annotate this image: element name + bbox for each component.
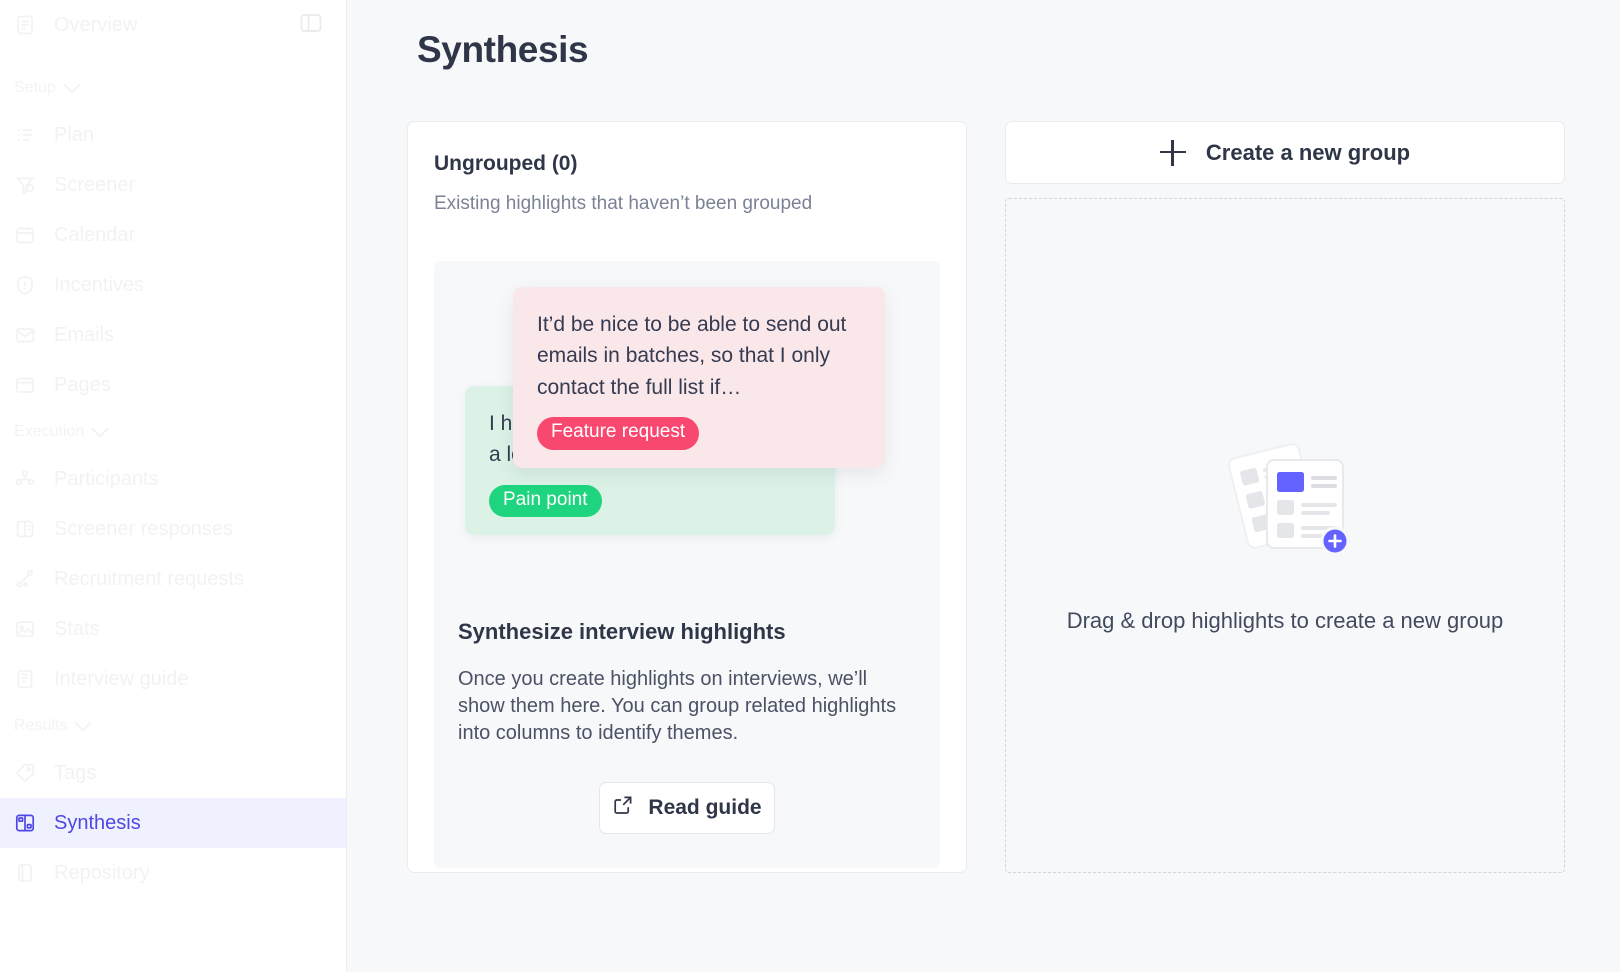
list-icon (14, 124, 36, 146)
dropzone-hint: Drag & drop highlights to create a new g… (1066, 607, 1504, 633)
page-title: Synthesis (417, 29, 589, 70)
calendar-icon (14, 224, 36, 246)
notebook-icon (14, 668, 36, 690)
clipboard-icon (14, 518, 36, 540)
sidebar-item-label: Interview guide (54, 667, 189, 690)
highlight-text: It’d be nice to be able to send out emai… (537, 313, 847, 399)
new-group-column: Create a new group Drag & drop highlight… (1005, 121, 1565, 873)
sidebar-section-results[interactable]: Results (0, 704, 346, 748)
sidebar-item-label: Participants (54, 467, 159, 490)
sidebar-item-interview-guide[interactable]: Interview guide (0, 654, 346, 704)
sidebar-item-label: Stats (54, 617, 100, 640)
sidebar-item-label: Tags (54, 761, 97, 784)
sidebar-item-label: Emails (54, 323, 115, 346)
read-guide-button[interactable]: Read guide (599, 781, 775, 834)
read-guide-label: Read guide (648, 795, 762, 819)
mail-icon (14, 324, 36, 346)
highlight-tag-pill[interactable]: Pain point (489, 484, 602, 518)
sidebar-item-label: Screener responses (54, 517, 233, 540)
highlight-card[interactable]: It’d be nice to be able to send out emai… (513, 287, 885, 468)
file-text-icon (14, 14, 36, 36)
filter-funnel-icon (14, 174, 36, 196)
sidebar-section-label: Setup (14, 79, 56, 96)
sidebar-item-calendar[interactable]: Calendar (0, 210, 346, 260)
shield-icon (14, 274, 36, 296)
sidebar-item-pages[interactable]: Pages (0, 360, 346, 410)
create-new-group-button[interactable]: Create a new group (1005, 121, 1565, 184)
sidebar-item-overview[interactable]: Overview (0, 0, 346, 50)
chevron-down-icon (74, 714, 92, 732)
sidebar-item-participants[interactable]: Participants (0, 454, 346, 504)
sidebar-item-label: Overview (54, 13, 138, 36)
image-chart-icon (14, 618, 36, 640)
stacked-cards-add-icon (1215, 438, 1355, 556)
sidebar-item-label: Calendar (54, 223, 136, 246)
ungrouped-column: Ungrouped (0) Existing highlights that h… (407, 121, 967, 873)
share-nodes-icon (14, 568, 36, 590)
sidebar-item-stats[interactable]: Stats (0, 604, 346, 654)
new-group-dropzone[interactable]: Drag & drop highlights to create a new g… (1005, 198, 1565, 873)
promo-body: Once you create highlights on interviews… (458, 668, 897, 745)
sidebar-item-emails[interactable]: Emails (0, 310, 346, 360)
sidebar-item-recruitment-requests[interactable]: Recruitment requests (0, 554, 346, 604)
highlight-cards-preview: I ha… the… know the answers to a lot of … (434, 261, 940, 605)
synthesize-promo: Synthesize interview highlights Once you… (434, 619, 940, 834)
main-content: Synthesis Ungrouped (0) Existing highlig… (347, 0, 1620, 972)
synthesis-board: Ungrouped (0) Existing highlights that h… (407, 121, 1576, 873)
promo-title: Synthesize interview highlights (458, 619, 786, 644)
sidebar-section-setup[interactable]: Setup (0, 66, 346, 110)
sidebar-item-incentives[interactable]: Incentives (0, 260, 346, 310)
sidebar-section-label: Execution (14, 423, 85, 440)
sidebar-item-screener[interactable]: Screener (0, 160, 346, 210)
sidebar-item-repository[interactable]: Repository (0, 848, 346, 898)
highlight-tag-pill[interactable]: Feature request (537, 416, 700, 450)
sidebar-section-label: Results (14, 717, 68, 734)
sidebar: Overview Setup Plan Screener Calendar In… (0, 0, 347, 972)
sidebar-item-synthesis[interactable]: Synthesis (0, 798, 346, 848)
sidebar-item-label: Screener (54, 173, 136, 196)
sidebar-item-label: Repository (54, 861, 150, 884)
sidebar-item-plan[interactable]: Plan (0, 110, 346, 160)
sidebar-item-label: Pages (54, 373, 111, 396)
ungrouped-title: Ungrouped (0) (434, 152, 578, 175)
ungrouped-empty-state: I ha… the… know the answers to a lot of … (434, 261, 940, 868)
sidebar-item-label: Incentives (54, 273, 145, 296)
sidebar-item-label: Plan (54, 123, 95, 146)
app-root: Overview Setup Plan Screener Calendar In… (0, 0, 1620, 972)
sidebar-item-label: Recruitment requests (54, 567, 245, 590)
external-link-icon (612, 794, 634, 822)
ungrouped-subtitle: Existing highlights that haven’t been gr… (434, 193, 813, 214)
create-new-group-label: Create a new group (1205, 139, 1411, 165)
chevron-down-icon (91, 420, 109, 438)
sidebar-item-screener-responses[interactable]: Screener responses (0, 504, 346, 554)
chevron-down-icon (63, 76, 81, 94)
plus-icon (1159, 139, 1186, 166)
users-icon (14, 468, 36, 490)
sidebar-item-label: Synthesis (54, 811, 141, 834)
tag-icon (14, 762, 36, 784)
window-icon (14, 374, 36, 396)
database-icon (14, 862, 36, 884)
sidebar-section-execution[interactable]: Execution (0, 410, 346, 454)
layout-grid-icon (14, 812, 36, 834)
sidebar-item-tags[interactable]: Tags (0, 748, 346, 798)
